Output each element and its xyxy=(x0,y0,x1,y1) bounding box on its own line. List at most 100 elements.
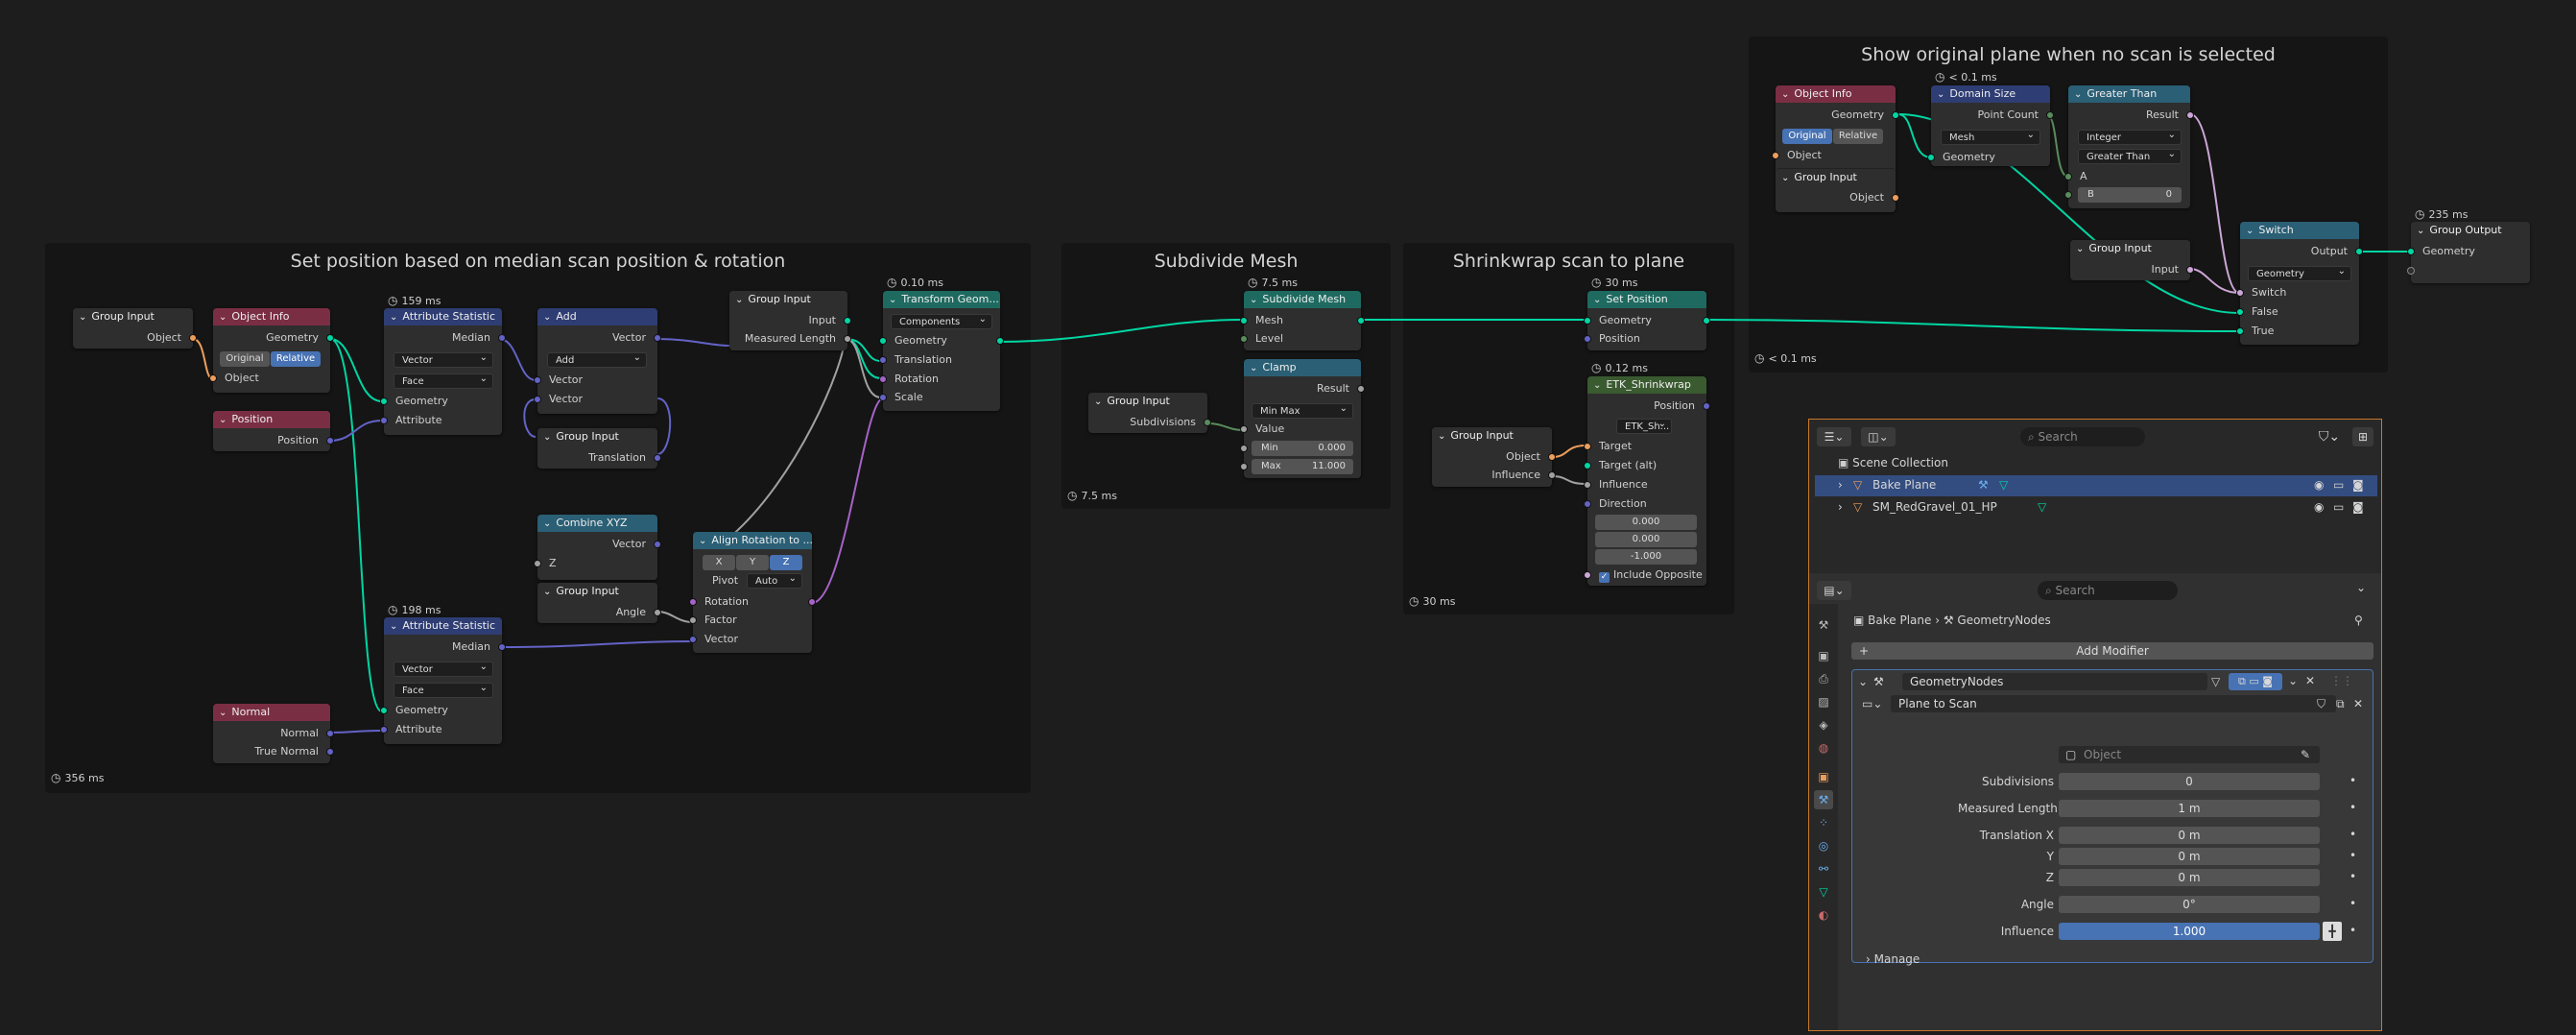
node-position[interactable]: Position Position xyxy=(213,411,334,451)
edit-mode-icon[interactable]: ▽ xyxy=(2211,675,2220,688)
socket-object[interactable] xyxy=(1772,152,1779,159)
mesh-data-icon[interactable]: ▽ xyxy=(2038,500,2046,514)
node-switch[interactable]: Switch Output Geometry Switch False True xyxy=(2236,222,2363,345)
filter-icon[interactable]: ⛉⌄ xyxy=(2312,427,2347,446)
socket-empty[interactable] xyxy=(2407,267,2415,275)
viewport-icon[interactable]: ▭ xyxy=(2333,478,2344,492)
socket-mesh-out[interactable] xyxy=(1357,317,1365,325)
direction-y[interactable]: 0.000 xyxy=(1595,532,1697,547)
scene-icon[interactable]: ◈ xyxy=(1814,715,1833,734)
node-group-input-switch[interactable]: Group Input Input xyxy=(2070,240,2194,280)
material-icon[interactable]: ◐ xyxy=(1814,905,1833,925)
tool-icon[interactable]: ⚒ xyxy=(1814,615,1833,635)
measured-length-input[interactable]: 1 m xyxy=(2059,800,2320,817)
socket-false[interactable] xyxy=(2236,308,2244,316)
object-icon[interactable]: ▣ xyxy=(1814,767,1833,786)
node-group-input-length[interactable]: Group Input Input Measured Length xyxy=(729,291,851,350)
min-field[interactable]: Min 0.000 xyxy=(1252,441,1353,456)
socket-geometry[interactable] xyxy=(1892,111,1899,119)
socket-max[interactable] xyxy=(1240,463,1248,470)
mesh-data-icon[interactable]: ▽ xyxy=(1999,478,2008,492)
socket-attribute[interactable] xyxy=(380,726,388,734)
axis-x[interactable]: X xyxy=(703,555,735,570)
display-toggles[interactable]: ⧉ ▭ ◙ xyxy=(2229,673,2282,690)
constraints-icon[interactable]: ⚯ xyxy=(1814,859,1833,879)
socket-object[interactable] xyxy=(209,374,217,382)
node-group-input-target[interactable]: Group Input Object Influence xyxy=(1432,427,1556,487)
node-domain-size[interactable]: Domain Size Point Count Mesh Geometry xyxy=(1927,85,2054,166)
socket-influence[interactable] xyxy=(1548,471,1556,479)
collapse-icon[interactable]: ⌄ xyxy=(1858,675,1868,688)
node-attribute-statistic[interactable]: Attribute Statistic Median Vector Face G… xyxy=(380,308,506,435)
shield-icon[interactable]: ⛉ xyxy=(2317,697,2326,711)
options-chevron-icon[interactable]: ⌄ xyxy=(2356,581,2366,594)
manage-subpanel[interactable]: › Manage xyxy=(1866,952,1920,966)
world-icon[interactable]: ◍ xyxy=(1814,738,1833,758)
scene-collection-row[interactable]: ▣ Scene Collection xyxy=(1838,456,1948,469)
socket-result[interactable] xyxy=(1357,385,1365,393)
socket-geometry[interactable] xyxy=(2407,248,2415,255)
duplicate-icon[interactable]: ⧉ xyxy=(2336,697,2345,711)
particles-icon[interactable]: ⁘ xyxy=(1814,813,1833,832)
socket-object-out[interactable] xyxy=(1892,194,1899,202)
object-picker[interactable]: Object xyxy=(2059,746,2320,763)
node-object-info[interactable]: Object Info Geometry Original Relative O… xyxy=(209,308,334,393)
socket-geometry-out[interactable] xyxy=(1703,317,1710,325)
visibility-icon[interactable]: ◉ xyxy=(2314,478,2324,492)
node-group-input-translation[interactable]: Group Input Translation xyxy=(537,428,661,469)
operation-dropdown[interactable]: Greater Than xyxy=(2078,147,2182,164)
socket-geometry-in[interactable] xyxy=(1584,317,1591,325)
socket-rotation-in[interactable] xyxy=(689,598,697,606)
modifier-icon[interactable]: ⚒ xyxy=(1978,478,1989,492)
keyframe-dot-icon[interactable]: • xyxy=(2349,870,2356,883)
socket-result[interactable] xyxy=(2186,111,2194,119)
keyframe-dot-icon[interactable]: • xyxy=(2349,801,2356,814)
dropdown-icon[interactable]: ⌄ xyxy=(2288,674,2298,687)
socket-geometry[interactable] xyxy=(326,334,334,342)
socket-rotation-out[interactable] xyxy=(808,598,816,606)
operation-dropdown[interactable]: Add xyxy=(547,350,647,368)
outliner-row[interactable]: › ▽ SM_RedGravel_01_HP ▽ ◉ ▭ ◙ xyxy=(1815,497,2377,518)
data-icon[interactable]: ▽ xyxy=(1814,882,1833,902)
keyframe-dot-icon[interactable]: • xyxy=(2349,924,2356,937)
socket-geometry-out[interactable] xyxy=(996,337,1004,345)
original-toggle[interactable]: Original xyxy=(220,351,270,367)
node-transform-geometry[interactable]: Transform Geom... Components Geometry Tr… xyxy=(879,291,1004,411)
eyedropper-icon[interactable]: ✎ xyxy=(2301,748,2310,761)
drag-handle-icon[interactable]: ⋮⋮ xyxy=(2330,674,2353,687)
pivot-dropdown[interactable]: Auto xyxy=(747,571,802,589)
node-group-input[interactable]: Plane to Scan xyxy=(1891,695,2336,712)
socket-vector-a[interactable] xyxy=(534,376,541,384)
render-icon[interactable]: ◙ xyxy=(2352,478,2364,492)
visibility-icon[interactable]: ◉ xyxy=(2314,500,2324,514)
socket-geometry-in[interactable] xyxy=(879,337,887,345)
socket-translation[interactable] xyxy=(654,454,661,462)
domain-dropdown[interactable]: Mesh xyxy=(1941,128,2040,145)
node-etk-shrinkwrap[interactable]: ETK_Shrinkwrap Position ETK_Sh... Target… xyxy=(1584,376,1710,586)
socket-output[interactable] xyxy=(2355,248,2363,255)
angle-input[interactable]: 0° xyxy=(2059,896,2320,913)
relative-toggle[interactable]: Relative xyxy=(1833,129,1883,144)
outliner-row-selected[interactable]: › ▽ Bake Plane ⚒ ▽ ◉ ▭ ◙ xyxy=(1815,475,2377,496)
keyframe-dot-icon[interactable]: • xyxy=(2349,897,2356,910)
socket-switch[interactable] xyxy=(2236,289,2244,297)
original-toggle[interactable]: Original xyxy=(1782,129,1832,144)
new-collection-icon[interactable]: ⊞ xyxy=(2352,427,2373,446)
socket-include-opposite[interactable] xyxy=(1584,571,1591,579)
socket-vector[interactable] xyxy=(654,541,661,548)
socket-vector[interactable] xyxy=(654,334,661,342)
axis-z[interactable]: Z xyxy=(770,555,802,570)
domain-dropdown[interactable]: Face xyxy=(394,681,493,698)
influence-slider[interactable]: 1.000 xyxy=(2059,923,2320,940)
socket-true[interactable] xyxy=(2236,327,2244,335)
socket-position[interactable] xyxy=(1584,335,1591,343)
clamp-type-dropdown[interactable]: Min Max xyxy=(1252,401,1353,419)
socket-mesh-in[interactable] xyxy=(1240,317,1248,325)
outliner[interactable]: ☰⌄ ◫⌄ ⌕ Search ⛉⌄ ⊞ ▣ Scene Collection ›… xyxy=(1809,420,2381,573)
node-group-input-subdivisions[interactable]: Group Input Subdivisions xyxy=(1088,393,1211,433)
checkbox[interactable]: ✓ xyxy=(1599,572,1610,583)
direction-z[interactable]: -1.000 xyxy=(1595,549,1697,565)
relative-toggle[interactable]: Relative xyxy=(271,351,321,367)
add-modifier-button[interactable]: + Add Modifier xyxy=(1851,642,2373,660)
properties-search[interactable]: ⌕ Search xyxy=(2038,581,2178,600)
